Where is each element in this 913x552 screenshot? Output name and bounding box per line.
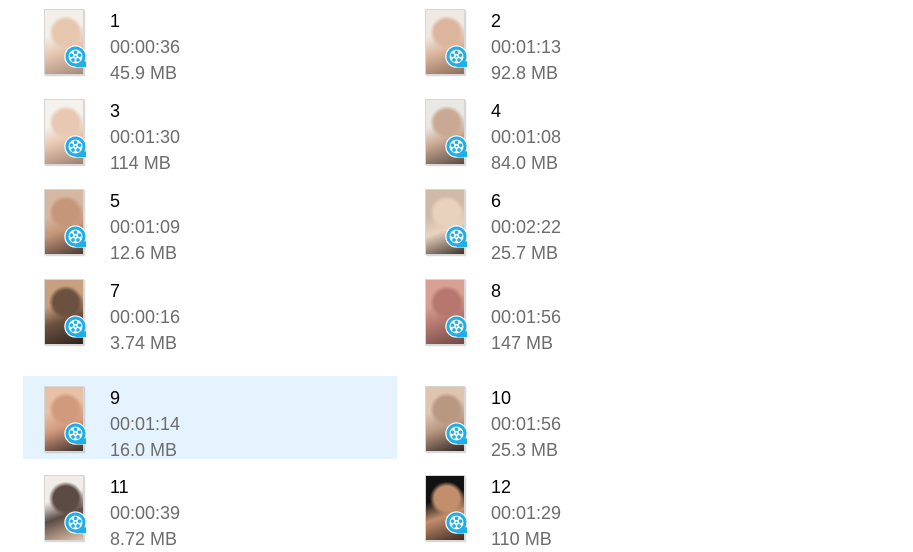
file-grid: 1 00:00:36 45.9 MB 2 00:01:13 92.8 MB 3 00:01:3…: [0, 0, 913, 549]
file-name: 5: [110, 191, 121, 211]
file-duration: 00:01:56: [491, 414, 562, 434]
file-size: 25.3 MB: [491, 440, 559, 460]
file-details: 4 00:01:08 84.0 MB: [491, 98, 561, 176]
file-name: 6: [491, 191, 502, 211]
file-name: 11: [110, 477, 129, 497]
file-size: 45.9 MB: [110, 63, 178, 83]
file-duration: 00:01:13: [491, 37, 562, 57]
file-name: 7: [110, 281, 121, 301]
file-details: 11 00:00:39 8.72 MB: [110, 474, 180, 552]
file-size: 8.72 MB: [110, 529, 178, 549]
file-details: 5 00:01:09 12.6 MB: [110, 188, 180, 266]
file-size: 114 MB: [110, 153, 171, 173]
file-details: 12 00:01:29 110 MB: [491, 474, 561, 552]
file-details: 10 00:01:56 25.3 MB: [491, 385, 561, 463]
file-item[interactable]: 3 00:01:30 114 MB: [23, 89, 397, 173]
file-size: 25.7 MB: [491, 243, 559, 263]
file-details: 3 00:01:30 114 MB: [110, 98, 180, 176]
file-size: 147 MB: [491, 333, 554, 353]
file-item[interactable]: 4 00:01:08 84.0 MB: [404, 89, 778, 173]
file-name: 10: [491, 388, 512, 408]
file-duration: 00:01:14: [110, 414, 181, 434]
video-player-icon: [64, 225, 87, 248]
file-size: 92.8 MB: [491, 63, 559, 83]
file-item[interactable]: 6 00:02:22 25.7 MB: [404, 179, 778, 263]
video-player-icon: [445, 135, 468, 158]
file-item[interactable]: 7 00:00:16 3.74 MB: [23, 269, 397, 353]
file-duration: 00:01:09: [110, 217, 181, 237]
file-details: 6 00:02:22 25.7 MB: [491, 188, 561, 266]
video-player-icon: [64, 45, 87, 68]
file-details: 7 00:00:16 3.74 MB: [110, 278, 180, 356]
file-size: 3.74 MB: [110, 333, 178, 353]
file-name: 3: [110, 101, 121, 121]
file-item[interactable]: 2 00:01:13 92.8 MB: [404, 0, 778, 83]
file-item[interactable]: 12 00:01:29 110 MB: [404, 465, 778, 549]
file-name: 8: [491, 281, 502, 301]
video-player-icon: [64, 511, 87, 534]
video-player-icon: [445, 315, 468, 338]
file-name: 9: [110, 388, 121, 408]
file-details: 1 00:00:36 45.9 MB: [110, 8, 180, 86]
file-details: 2 00:01:13 92.8 MB: [491, 8, 561, 86]
file-duration: 00:00:36: [110, 37, 181, 57]
file-item[interactable]: 9 00:01:14 16.0 MB: [23, 376, 397, 460]
video-player-icon: [64, 315, 87, 338]
file-size: 16.0 MB: [110, 440, 178, 460]
video-player-icon: [445, 511, 468, 534]
file-name: 12: [491, 477, 512, 497]
file-item[interactable]: 1 00:00:36 45.9 MB: [23, 0, 397, 83]
file-duration: 00:01:56: [491, 307, 562, 327]
file-duration: 00:01:29: [491, 503, 562, 523]
video-player-icon: [64, 135, 87, 158]
file-duration: 00:02:22: [491, 217, 562, 237]
file-item[interactable]: 10 00:01:56 25.3 MB: [404, 376, 778, 460]
file-size: 12.6 MB: [110, 243, 178, 263]
file-size: 110 MB: [491, 529, 552, 549]
video-player-icon: [445, 45, 468, 68]
file-item[interactable]: 8 00:01:56 147 MB: [404, 269, 778, 353]
file-duration: 00:00:39: [110, 503, 181, 523]
file-duration: 00:00:16: [110, 307, 181, 327]
file-details: 8 00:01:56 147 MB: [491, 278, 561, 356]
file-size: 84.0 MB: [491, 153, 559, 173]
file-item[interactable]: 11 00:00:39 8.72 MB: [23, 465, 397, 549]
video-player-icon: [64, 422, 87, 445]
file-duration: 00:01:30: [110, 127, 181, 147]
file-name: 2: [491, 11, 502, 31]
file-name: 4: [491, 101, 502, 121]
video-player-icon: [445, 225, 468, 248]
file-name: 1: [110, 11, 121, 31]
file-details: 9 00:01:14 16.0 MB: [110, 385, 180, 463]
file-duration: 00:01:08: [491, 127, 562, 147]
video-player-icon: [445, 422, 468, 445]
file-item[interactable]: 5 00:01:09 12.6 MB: [23, 179, 397, 263]
